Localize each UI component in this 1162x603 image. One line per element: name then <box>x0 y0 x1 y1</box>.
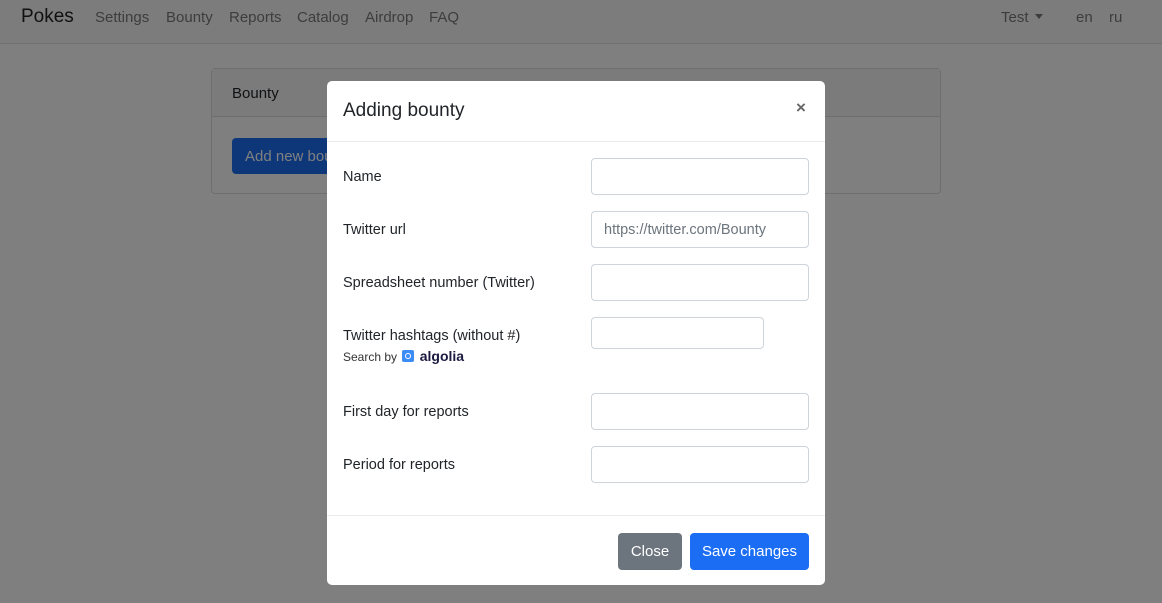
algolia-logo-icon <box>402 350 415 362</box>
close-button[interactable]: Close <box>618 533 682 570</box>
algolia-wordmark: algolia <box>419 348 465 364</box>
spreadsheet-input[interactable] <box>591 264 809 301</box>
hashtags-input[interactable] <box>591 317 764 349</box>
period-input[interactable] <box>591 446 809 483</box>
modal-title: Adding bounty <box>343 100 465 121</box>
modal-footer: Close Save changes <box>327 515 825 585</box>
search-by-algolia[interactable]: Search by algolia <box>343 348 464 364</box>
name-label: Name <box>343 169 382 185</box>
algolia-prefix: Search by <box>343 350 398 364</box>
hashtags-label: Twitter hashtags (without #) <box>343 328 521 344</box>
modal-header: Adding bounty × <box>327 81 825 142</box>
first-day-input[interactable] <box>591 393 809 430</box>
save-changes-button[interactable]: Save changes <box>690 533 809 570</box>
twitter-url-label: Twitter url <box>343 222 406 238</box>
first-day-label: First day for reports <box>343 404 469 420</box>
period-label: Period for reports <box>343 457 456 473</box>
close-icon[interactable]: × <box>796 98 806 118</box>
name-input[interactable] <box>591 158 809 195</box>
spreadsheet-label: Spreadsheet number (Twitter) <box>343 275 535 291</box>
adding-bounty-modal: Adding bounty × Name Twitter url Spreads… <box>327 81 825 585</box>
twitter-url-input[interactable] <box>591 211 809 248</box>
